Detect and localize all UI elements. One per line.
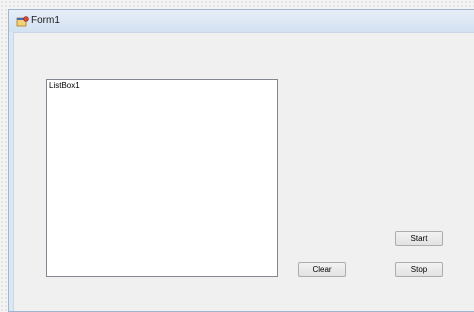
form-window: Form1 ListBox1 Start Clear Stop <box>8 9 474 312</box>
form-client-area: ListBox1 Start Clear Stop <box>13 32 474 311</box>
listbox-item[interactable]: ListBox1 <box>49 81 80 91</box>
listbox[interactable]: ListBox1 <box>46 79 278 277</box>
window-title: Form1 <box>31 15 60 26</box>
form-app-icon <box>16 15 29 27</box>
stop-button[interactable]: Stop <box>395 262 443 277</box>
clear-button[interactable]: Clear <box>298 262 346 277</box>
designer-surface: Form1 ListBox1 Start Clear Stop <box>0 0 474 312</box>
start-button[interactable]: Start <box>395 231 443 246</box>
title-bar[interactable]: Form1 <box>9 10 474 32</box>
